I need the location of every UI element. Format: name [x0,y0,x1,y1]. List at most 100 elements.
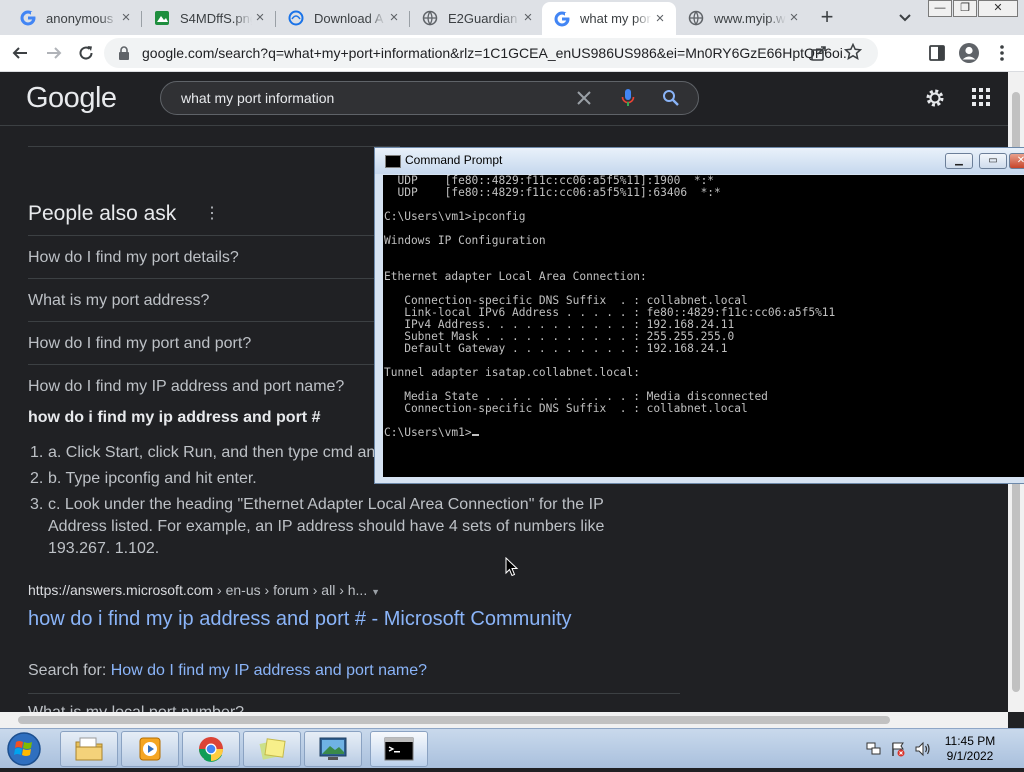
close-tab-icon[interactable]: × [520,10,536,26]
header-divider [0,125,1008,126]
chevron-down-icon[interactable]: ▼ [371,587,380,597]
clock-time: 11:45 PM [944,734,996,748]
citation-path: › en-us › forum › all › h... [213,582,368,598]
reload-button[interactable] [74,41,98,65]
url-text: google.com/search?q=what+my+port+informa… [142,45,850,61]
prompt-line[interactable]: C:\Users\vm1> [384,426,472,439]
minimize-button[interactable]: ▁ [945,153,973,169]
answer-heading: how do i find my ip address and port # [28,409,321,426]
remote-desktop-icon[interactable] [304,731,362,767]
divider [28,364,400,365]
chrome-icon[interactable] [182,731,240,767]
google-logo[interactable]: Google [26,82,117,115]
action-center-flag-icon[interactable] [890,741,906,762]
paa-question[interactable]: How do I find my port details? [28,249,239,267]
console-output[interactable]: UDP [fe80::4829:f11c:cc06:a5f5%11]:1900 … [383,175,1024,477]
tab-download[interactable]: Download A × [276,3,410,33]
close-tab-icon[interactable]: × [118,10,134,26]
result-citation[interactable]: https://answers.microsoft.com › en-us › … [28,582,380,598]
microphone-icon[interactable] [621,88,635,113]
console-line: Default Gateway . . . . . . . . . : 192.… [384,342,728,355]
system-clock[interactable]: 11:45 PM 9/1/2022 [940,734,1000,764]
start-button[interactable] [4,731,44,767]
media-player-icon[interactable] [121,731,179,767]
tab-what-my-port[interactable]: what my por × [542,2,676,35]
google-icon [554,11,570,27]
paa-question[interactable]: What is my port address? [28,292,209,310]
tab-title: what my por [580,11,651,26]
close-tab-icon[interactable]: × [652,10,668,27]
paa-question[interactable]: What is my local port number? [28,704,244,712]
search-box[interactable]: what my port information [160,81,699,115]
console-line: UDP [fe80::4829:f11c:cc06:a5f5%11]:63406… [384,186,721,199]
more-options-icon[interactable]: ⋮ [204,206,220,222]
citation-domain: https://answers.microsoft.com [28,582,214,598]
close-tab-icon[interactable]: × [386,10,402,26]
new-tab-button[interactable]: + [816,6,838,29]
kebab-menu-icon[interactable] [990,41,1014,65]
command-prompt-window[interactable]: Command Prompt ▁ ▭ ✕ UDP [fe80::4829:f11… [374,147,1024,484]
sticky-notes-icon[interactable] [243,731,301,767]
clock-date: 9/1/2022 [946,749,994,763]
download-icon [288,10,304,26]
forward-button[interactable] [42,41,66,65]
globe-icon [422,10,438,26]
console-line: Tunnel adapter isatap.collabnet.local: [384,366,640,379]
minimize-window-button[interactable]: — [928,0,952,17]
address-bar[interactable]: google.com/search?q=what+my+port+informa… [104,38,878,68]
tab-strip: anonymous × S4MDffS.png × Download A × E… [0,0,1024,35]
mouse-pointer-icon [505,556,519,583]
chevron-down-icon[interactable] [895,8,915,28]
tab-title: www.myip.w [714,10,786,26]
tab-s4mdffs[interactable]: S4MDffS.png × [142,3,276,33]
apps-grid-icon[interactable] [972,88,990,111]
divider [28,693,680,694]
tab-title: E2Guardian [448,10,518,26]
profile-avatar-icon[interactable] [957,41,981,65]
console-line: Ethernet adapter Local Area Connection: [384,270,647,283]
divider [28,235,400,236]
window-titlebar[interactable]: Command Prompt ▁ ▭ ✕ [375,148,1024,174]
horizontal-scroll-thumb[interactable] [18,716,890,724]
search-for-link[interactable]: How do I find my IP address and port nam… [111,662,427,679]
bookmark-star-icon[interactable] [843,42,863,66]
list-item: 3. c. Look under the heading "Ethernet Ad… [30,496,605,557]
console-line: Windows IP Configuration [384,234,546,247]
tab-e2guardian[interactable]: E2Guardian × [410,3,544,33]
search-for-label: Search for: [28,662,111,679]
network-icon[interactable] [866,741,882,762]
share-icon[interactable] [810,44,828,67]
tab-anonymous[interactable]: anonymous × [8,3,142,33]
close-tab-icon[interactable]: × [786,10,802,26]
command-prompt-icon [385,155,401,168]
lock-icon [118,46,130,65]
paa-question[interactable]: How do I find my port and port? [28,335,251,353]
globe-icon [688,10,704,26]
tab-title: anonymous [46,10,114,26]
volume-speaker-icon[interactable] [914,741,932,762]
search-for: Search for: How do I find my IP address … [28,662,427,680]
console-line: C:\Users\vm1>ipconfig [384,210,526,223]
close-button[interactable]: ✕ [1009,153,1024,169]
divider [28,146,400,147]
search-icon[interactable] [662,89,680,112]
search-input[interactable]: what my port information [181,90,334,106]
close-tab-icon[interactable]: × [252,10,268,26]
paa-question[interactable]: How do I find my IP address and port nam… [28,378,344,396]
console-line: Connection-specific DNS Suffix . : colla… [384,402,748,415]
close-window-button[interactable]: ✕ [978,0,1018,17]
restore-window-button[interactable]: ❐ [953,0,977,17]
side-panel-icon[interactable] [925,41,949,65]
tab-myip[interactable]: www.myip.w × [676,3,810,33]
windows-explorer-icon[interactable] [60,731,118,767]
browser-toolbar: google.com/search?q=what+my+port+informa… [0,35,1024,72]
maximize-button[interactable]: ▭ [979,153,1007,169]
divider [28,321,400,322]
windows-taskbar [0,728,1024,768]
settings-gear-icon[interactable] [924,87,946,114]
back-button[interactable] [8,41,32,65]
command-prompt-taskbar-button[interactable] [370,731,428,767]
clear-search-icon[interactable] [576,90,592,111]
tab-title: Download A [314,10,384,26]
result-link[interactable]: how do i find my ip address and port # -… [28,608,572,631]
